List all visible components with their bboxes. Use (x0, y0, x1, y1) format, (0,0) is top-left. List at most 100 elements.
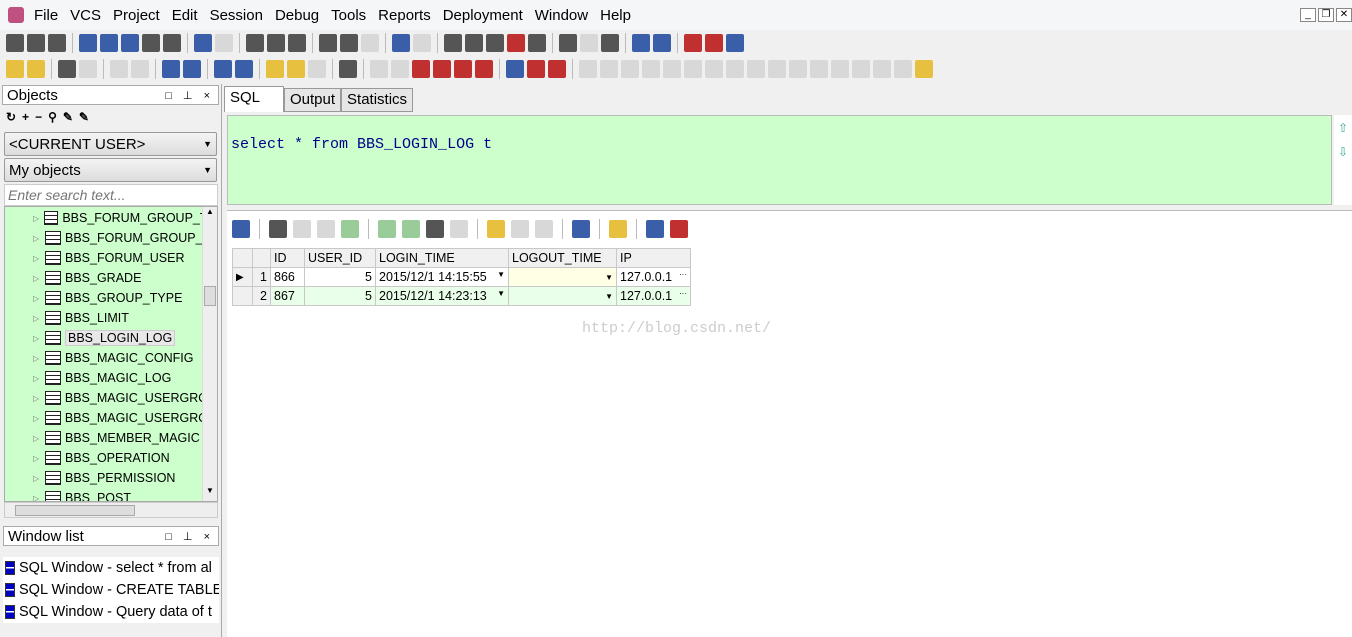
expand-icon[interactable]: ▷ (33, 434, 45, 443)
tree-item[interactable]: ▷ BBS_LIMIT (5, 308, 217, 328)
cell-ip[interactable]: 127.0.0.1 ··· (616, 286, 691, 306)
cell-login-time[interactable]: 2015/12/1 14:15:55 ▼ (375, 267, 509, 287)
tab-statistics[interactable]: Statistics (341, 88, 414, 112)
add-record-icon[interactable] (293, 220, 311, 238)
dropdown-icon[interactable]: ▼ (605, 292, 613, 301)
tab-sql[interactable]: SQL (224, 86, 284, 112)
tree-item[interactable]: ▷ BBS_MAGIC_USERGROU (5, 388, 217, 408)
expand-icon[interactable]: ▷ (33, 334, 45, 343)
post-icon[interactable] (341, 220, 359, 238)
stop-icon[interactable] (391, 60, 409, 78)
cell-id[interactable]: 867 (270, 286, 305, 306)
arrow-down-icon[interactable]: ⇩ (1334, 145, 1352, 159)
dropdown-icon[interactable]: ▼ (497, 289, 505, 298)
open-icon[interactable] (27, 34, 45, 52)
toolbar-button-icon[interactable] (548, 60, 566, 78)
copy-icon[interactable] (267, 34, 285, 52)
close-icon[interactable]: ✕ (1336, 8, 1352, 22)
dropdown-icon[interactable]: ▼ (497, 270, 505, 279)
tree-item[interactable]: ▷ BBS_FORUM_GROUP_VI (5, 228, 217, 248)
toolbar-button-icon[interactable] (852, 60, 870, 78)
expand-icon[interactable]: ▷ (33, 214, 44, 223)
browse-icon[interactable] (528, 34, 546, 52)
menu-debug[interactable]: Debug (269, 7, 325, 24)
query-by-example-icon[interactable] (487, 220, 505, 238)
rollback-icon[interactable] (110, 60, 128, 78)
toolbar-button-icon[interactable] (831, 60, 849, 78)
save-icon[interactable] (79, 34, 97, 52)
menu-deployment[interactable]: Deployment (437, 7, 529, 24)
column-header-login-time[interactable]: LOGIN_TIME (375, 248, 509, 268)
commit-icon[interactable] (79, 60, 97, 78)
explain-plan-icon[interactable] (235, 60, 253, 78)
tree-item[interactable]: ▷ BBS_GROUP_TYPE (5, 288, 217, 308)
stop-icon[interactable] (507, 34, 525, 52)
find-icon[interactable] (426, 220, 444, 238)
filter-select[interactable]: My objects (4, 158, 217, 182)
toolbar-button-icon[interactable] (726, 60, 744, 78)
menu-edit[interactable]: Edit (166, 7, 204, 24)
window-tile-icon[interactable] (632, 34, 650, 52)
tree-item[interactable]: ▷ BBS_MEMBER_MAGIC (5, 428, 217, 448)
toolbar-button-icon[interactable] (915, 60, 933, 78)
print-preview-icon[interactable] (142, 34, 160, 52)
toolbar-button-icon[interactable] (705, 60, 723, 78)
table-row[interactable]: ▶ 1 866 5 2015/12/1 14:15:55 ▼ ▼ 127.0.0.… (232, 267, 691, 287)
grid-view-icon[interactable] (232, 220, 250, 238)
next-icon[interactable] (511, 220, 529, 238)
menu-project[interactable]: Project (107, 7, 166, 24)
settings-icon[interactable] (27, 60, 45, 78)
toolbar-button-icon[interactable] (894, 60, 912, 78)
toolbar-button-icon[interactable] (621, 60, 639, 78)
execute-icon[interactable] (183, 60, 201, 78)
previous-icon[interactable] (535, 220, 553, 238)
search-input[interactable] (4, 184, 218, 206)
redo-icon[interactable] (215, 34, 233, 52)
oracle-icon[interactable] (653, 34, 671, 52)
tree-item[interactable]: ▷ BBS_GRADE (5, 268, 217, 288)
cut-icon[interactable] (246, 34, 264, 52)
objects-toolbar[interactable]: ↻+−⚲✎✎ (0, 106, 221, 130)
save-all-icon[interactable] (121, 34, 139, 52)
toolbar-button-icon[interactable] (810, 60, 828, 78)
export-icon[interactable] (646, 220, 664, 238)
pdf-icon[interactable] (684, 34, 702, 52)
stop-all-icon[interactable] (412, 60, 430, 78)
cell-user-id[interactable]: 5 (304, 286, 376, 306)
expand-icon[interactable]: ▷ (33, 394, 45, 403)
test-icon[interactable] (214, 60, 232, 78)
toolbar-button-icon[interactable] (768, 60, 786, 78)
toolbar-button-icon[interactable] (684, 60, 702, 78)
indent-icon[interactable] (444, 34, 462, 52)
disconnect-icon[interactable] (433, 60, 451, 78)
undo-icon[interactable] (194, 34, 212, 52)
info-icon[interactable] (705, 34, 723, 52)
expand-icon[interactable]: ▷ (33, 454, 45, 463)
cell-ip[interactable]: 127.0.0.1 ··· (616, 267, 691, 287)
exit-icon[interactable] (506, 60, 524, 78)
expand-icon[interactable]: ▷ (33, 354, 45, 363)
key-icon[interactable] (6, 60, 24, 78)
column-header-ip[interactable]: IP (616, 248, 691, 268)
fetch-all-icon[interactable] (402, 220, 420, 238)
expand-icon[interactable]: ▷ (33, 274, 45, 283)
find-next-icon[interactable] (340, 34, 358, 52)
back-icon[interactable] (361, 34, 379, 52)
breakpoint-icon[interactable] (370, 60, 388, 78)
run-icon[interactable] (486, 34, 504, 52)
save-as-icon[interactable] (100, 34, 118, 52)
toolbar-button-icon[interactable] (747, 60, 765, 78)
user-select[interactable]: <CURRENT USER> (4, 132, 217, 156)
expand-icon[interactable]: ▷ (33, 294, 45, 303)
cell-login-time[interactable]: 2015/12/1 14:23:13 ▼ (375, 286, 509, 306)
menu-file[interactable]: File (28, 7, 64, 24)
tree-item[interactable]: ▷ BBS_MAGIC_CONFIG (5, 348, 217, 368)
object-icon[interactable] (308, 60, 326, 78)
new-icon[interactable] (6, 34, 24, 52)
tree-item[interactable]: ▷ BBS_PERMISSION (5, 468, 217, 488)
ellipsis-icon[interactable]: ··· (679, 289, 687, 298)
column-header-user-id[interactable]: USER_ID (304, 248, 376, 268)
tab-output[interactable]: Output (284, 88, 342, 112)
cell-logout-time[interactable]: ▼ (508, 286, 617, 306)
menu-help[interactable]: Help (594, 7, 637, 24)
